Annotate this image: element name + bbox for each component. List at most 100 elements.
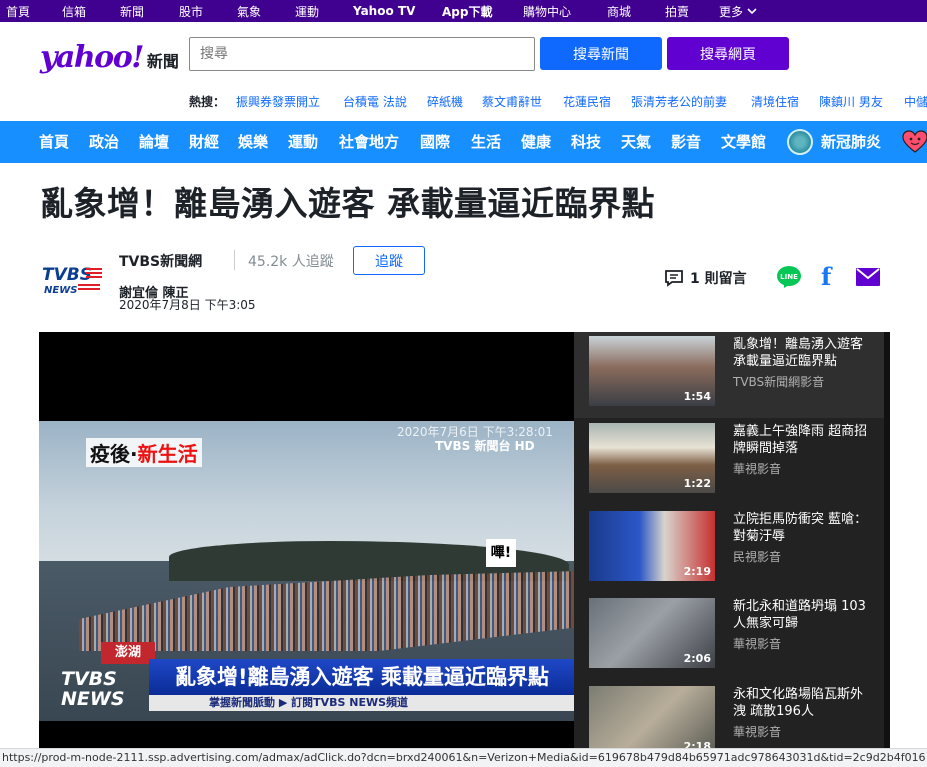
hot-item[interactable]: 張清芳老公的前妻 — [631, 93, 727, 110]
topbar-item-shopping[interactable]: 購物中心 — [523, 0, 571, 22]
nav-item-local[interactable]: 社會地方 — [339, 121, 399, 163]
playlist-source: 民視影音 — [733, 550, 782, 564]
search-web-button[interactable]: 搜尋網頁 — [667, 37, 789, 70]
hot-item[interactable]: 振興券發票開立 — [236, 93, 320, 110]
playlist-source: TVBS新聞網影音 — [733, 375, 825, 389]
nav-item-finance[interactable]: 財經 — [189, 121, 219, 163]
playlist-source: 華視影音 — [733, 725, 782, 739]
yahoo-news-logo[interactable]: yahoo! 新聞 — [40, 40, 179, 75]
nav-item-tech[interactable]: 科技 — [571, 121, 601, 163]
video-playlist: 1:54 亂象增！離島湧入遊客 承載量逼近臨界點 TVBS新聞網影音 1:22 … — [574, 332, 890, 748]
follow-button[interactable]: 追蹤 — [353, 246, 425, 275]
hot-item[interactable]: 蔡文甫辭世 — [482, 93, 542, 110]
hot-item[interactable]: 陳鎮川 男友 — [819, 93, 883, 110]
playlist-item[interactable]: 2:18 永和文化路場陷瓦斯外洩 疏散196人 華視影音 — [574, 682, 884, 748]
topbar-item-auction[interactable]: 拍賣 — [665, 0, 689, 22]
playlist-duration: 2:06 — [683, 652, 711, 665]
video-player[interactable]: 疫後·新生活 2020年7月6日 下午3:28:01 TVBS 新聞台 HD 嗶… — [39, 332, 574, 748]
playlist-title: 亂象增！離島湧入遊客 承載量逼近臨界點 — [733, 337, 864, 369]
browser-status-bar: https://prod-m-node-2111.ssp.advertising… — [0, 748, 927, 767]
topbar-item-news[interactable]: 新聞 — [120, 0, 144, 22]
comment-icon — [665, 270, 683, 287]
playlist-title: 立院拒馬防衝突 藍嗆：對菊汙辱 — [733, 512, 868, 544]
virus-icon — [787, 129, 813, 155]
nav-item-sports[interactable]: 運動 — [288, 121, 318, 163]
topbar-item-mall[interactable]: 商城 — [607, 0, 631, 22]
nav-item-home[interactable]: 首頁 — [39, 121, 69, 163]
hot-label: 熱搜： — [189, 95, 226, 109]
svg-text:NEWS: NEWS — [44, 285, 77, 296]
playlist-scrollbar[interactable] — [884, 332, 890, 748]
hot-item[interactable]: 台積電 法說 — [343, 93, 407, 110]
hot-item[interactable]: 中儲 — [904, 93, 927, 110]
hot-item[interactable]: 花蓮民宿 — [563, 93, 611, 110]
hot-item[interactable]: 碎紙機 — [427, 93, 463, 110]
video-frame[interactable]: 疫後·新生活 2020年7月6日 下午3:28:01 TVBS 新聞台 HD 嗶… — [39, 421, 574, 721]
playlist-source: 華視影音 — [733, 637, 782, 651]
playlist-title: 新北永和道路坍塌 103人無家可歸 — [733, 599, 866, 631]
tvbs-news-logo[interactable]: TVBS NEWS — [40, 262, 106, 296]
header: yahoo! 新聞 搜尋新聞 搜尋網頁 熱搜： 振興券發票開立 台積電 法說 碎… — [0, 22, 927, 121]
playlist-item[interactable]: 1:54 亂象增！離島湧入遊客 承載量逼近臨界點 TVBS新聞網影音 — [574, 332, 884, 418]
svg-text:LINE: LINE — [780, 273, 798, 281]
search-news-button[interactable]: 搜尋新聞 — [540, 37, 662, 70]
topbar-more-label: 更多 — [719, 4, 744, 19]
video-ticker: 掌握新聞脈動 ▶ 訂閱TVBS NEWS頻道 — [149, 695, 574, 711]
playlist-item[interactable]: 2:19 立院拒馬防衝突 藍嗆：對菊汙辱 民視影音 — [574, 507, 884, 593]
nav-item-weather[interactable]: 天氣 — [621, 121, 651, 163]
comments-link[interactable]: 1 則留言 — [664, 268, 747, 288]
hot-item[interactable]: 清境住宿 — [751, 93, 799, 110]
search-input[interactable] — [189, 37, 535, 71]
nav-item-covid[interactable]: 新冠肺炎 — [821, 121, 881, 163]
nav-item-entertainment[interactable]: 娛樂 — [238, 121, 268, 163]
nav-item-forum[interactable]: 論壇 — [139, 121, 169, 163]
topbar-item-stock[interactable]: 股市 — [179, 0, 203, 22]
nav-item-health[interactable]: 健康 — [521, 121, 551, 163]
facebook-share-icon[interactable]: f — [821, 265, 831, 289]
line-share-icon[interactable]: LINE — [776, 265, 802, 289]
video-program-tag: 疫後·新生活 — [86, 438, 202, 467]
nav-item-video[interactable]: 影音 — [671, 121, 701, 163]
playlist-duration: 1:54 — [683, 390, 711, 403]
logo-section: 新聞 — [146, 52, 179, 71]
playlist-thumbnail: 1:22 — [589, 423, 715, 493]
topbar-item-yahoo-tv[interactable]: Yahoo TV — [353, 0, 415, 22]
hot-searches: 熱搜： 振興券發票開立 台積電 法說 碎紙機 蔡文甫辭世 花蓮民宿 張清芳老公的… — [0, 90, 927, 112]
nav-item-politics[interactable]: 政治 — [89, 121, 119, 163]
heart-icon[interactable] — [902, 129, 927, 155]
nav-item-international[interactable]: 國際 — [420, 121, 450, 163]
video-speech-bubble: 嗶! — [486, 539, 516, 567]
video-tvbs-logo: TVBS NEWS — [61, 668, 125, 710]
topbar-item-app[interactable]: App下載 — [442, 0, 492, 22]
follower-count: 45.2k 人追蹤 — [248, 254, 334, 270]
playlist-thumbnail: 2:06 — [589, 598, 715, 668]
topbar-item-home[interactable]: 首頁 — [6, 0, 30, 22]
playlist-thumbnail: 1:54 — [589, 336, 715, 406]
top-bar: 首頁 信箱 新聞 股市 氣象 運動 Yahoo TV App下載 購物中心 商城… — [0, 0, 927, 22]
topbar-item-weather[interactable]: 氣象 — [237, 0, 261, 22]
topbar-item-mail[interactable]: 信箱 — [62, 0, 86, 22]
chevron-down-icon — [747, 8, 757, 15]
playlist-duration: 1:22 — [683, 477, 711, 490]
mail-share-icon[interactable] — [856, 268, 880, 286]
playlist-title: 永和文化路場陷瓦斯外洩 疏散196人 — [733, 687, 864, 719]
svg-text:TVBS: TVBS — [42, 265, 92, 285]
category-nav: 首頁 政治 論壇 財經 娛樂 運動 社會地方 國際 生活 健康 科技 天氣 影音… — [0, 121, 927, 163]
playlist-item[interactable]: 1:22 嘉義上午強降雨 超商招牌瞬間掉落 華視影音 — [574, 419, 884, 505]
topbar-item-more[interactable]: 更多 — [719, 0, 757, 22]
comments-count: 1 則留言 — [690, 271, 747, 287]
playlist-source: 華視影音 — [733, 462, 782, 476]
topbar-item-sports[interactable]: 運動 — [295, 0, 319, 22]
playlist-thumbnail: 2:19 — [589, 511, 715, 581]
playlist-thumbnail: 2:18 — [589, 686, 715, 748]
source-divider — [234, 250, 235, 270]
video-tag-prefix: 疫後· — [90, 442, 138, 466]
source-name[interactable]: TVBS新聞網 — [119, 251, 202, 271]
video-tag-main: 新生活 — [137, 442, 198, 466]
playlist-duration: 2:19 — [683, 565, 711, 578]
nav-item-life[interactable]: 生活 — [471, 121, 501, 163]
playlist-item[interactable]: 2:06 新北永和道路坍塌 103人無家可歸 華視影音 — [574, 594, 884, 680]
video-channel-brand: TVBS 新聞台 HD — [435, 439, 535, 453]
nav-item-literature[interactable]: 文學館 — [721, 121, 766, 163]
playlist-title: 嘉義上午強降雨 超商招牌瞬間掉落 — [733, 424, 868, 456]
